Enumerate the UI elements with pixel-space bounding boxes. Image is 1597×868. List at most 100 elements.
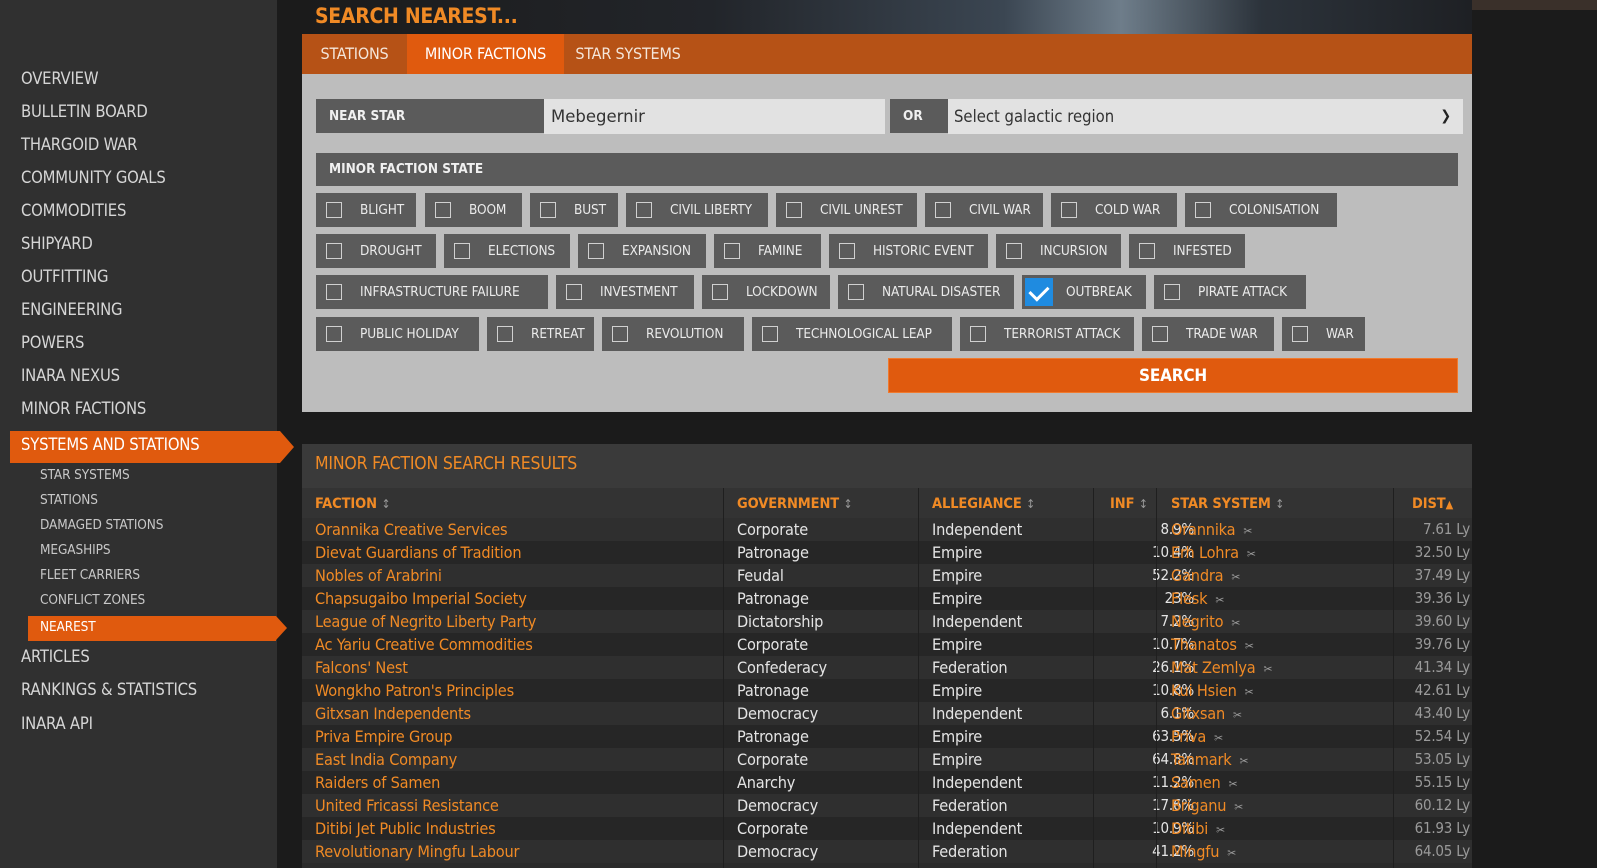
tab-star-systems[interactable]: STAR SYSTEMS [564, 34, 692, 74]
col-dist[interactable]: DIST▲ [1412, 496, 1453, 512]
star-system-link[interactable]: Tanmark [1171, 750, 1232, 769]
nav-commodities[interactable]: COMMODITIES [21, 201, 126, 220]
state-chip-blight[interactable]: BLIGHT [316, 193, 416, 227]
nav-bulletin-board[interactable]: BULLETIN BOARD [21, 102, 148, 121]
state-chip-civil-liberty[interactable]: CIVIL LIBERTY [626, 193, 768, 227]
faction-link[interactable]: Gitxsan Independents [315, 702, 471, 725]
copy-icon[interactable]: ✂ [1227, 846, 1236, 860]
state-chip-technological-leap[interactable]: TECHNOLOGICAL LEAP [752, 317, 952, 351]
faction-link[interactable]: United Fricassi Resistance [315, 794, 499, 817]
col-allegiance[interactable]: ALLEGIANCE ↕ [932, 496, 1035, 512]
copy-icon[interactable]: ✂ [1243, 524, 1252, 538]
state-chip-bust[interactable]: BUST [530, 193, 618, 227]
faction-link[interactable]: Orannika Creative Services [315, 518, 508, 541]
copy-icon[interactable]: ✂ [1233, 708, 1242, 722]
nav-powers[interactable]: POWERS [21, 333, 84, 352]
subnav-stations[interactable]: STATIONS [40, 492, 98, 508]
state-chip-famine[interactable]: FAMINE [714, 234, 821, 268]
faction-link[interactable]: Ditibi Jet Public Industries [315, 817, 496, 840]
star-system-link[interactable]: Negrito [1171, 612, 1224, 631]
copy-icon[interactable]: ✂ [1214, 731, 1223, 745]
faction-link[interactable]: Chapsugaibo Imperial Society [315, 587, 527, 610]
star-system-link[interactable]: Erh Lohra [1171, 543, 1239, 562]
state-chip-drought[interactable]: DROUGHT [316, 234, 436, 268]
copy-icon[interactable]: ✂ [1215, 593, 1224, 607]
nav-rankings-statistics[interactable]: RANKINGS & STATISTICS [21, 680, 197, 699]
state-chip-historic-event[interactable]: HISTORIC EVENT [829, 234, 988, 268]
search-button[interactable]: SEARCH [888, 358, 1458, 393]
state-chip-public-holiday[interactable]: PUBLIC HOLIDAY [316, 317, 479, 351]
nav-inara-nexus[interactable]: INARA NEXUS [21, 366, 120, 385]
col-faction[interactable]: FACTION ↕ [315, 496, 390, 512]
star-system-link[interactable]: Mingfu [1171, 842, 1219, 861]
faction-link[interactable]: Falcons' Nest [315, 656, 408, 679]
state-chip-retreat[interactable]: RETREAT [487, 317, 594, 351]
copy-icon[interactable]: ✂ [1240, 754, 1249, 768]
state-chip-revolution[interactable]: REVOLUTION [602, 317, 744, 351]
nav-articles[interactable]: ARTICLES [21, 647, 90, 666]
star-system-link[interactable]: Priva [1171, 727, 1206, 746]
subnav-fleet-carriers[interactable]: FLEET CARRIERS [40, 567, 140, 583]
nav-thargoid-war[interactable]: THARGOID WAR [21, 135, 137, 154]
nav-inara-api[interactable]: INARA API [21, 714, 93, 733]
copy-icon[interactable]: ✂ [1245, 685, 1254, 699]
copy-icon[interactable]: ✂ [1245, 639, 1254, 653]
subnav-star-systems[interactable]: STAR SYSTEMS [40, 467, 130, 483]
state-chip-cold-war[interactable]: COLD WAR [1051, 193, 1177, 227]
nav-minor-factions[interactable]: MINOR FACTIONS [21, 399, 146, 418]
nav-overview[interactable]: OVERVIEW [21, 69, 99, 88]
copy-icon[interactable]: ✂ [1247, 547, 1256, 561]
state-chip-natural-disaster[interactable]: NATURAL DISASTER [838, 275, 1014, 309]
tab-stations[interactable]: STATIONS [302, 34, 407, 74]
state-chip-infested[interactable]: INFESTED [1129, 234, 1245, 268]
galactic-region-select[interactable]: Select galactic region ❯ [948, 99, 1463, 134]
nav-engineering[interactable]: ENGINEERING [21, 300, 123, 319]
star-system-link[interactable]: Thanatos [1171, 635, 1237, 654]
star-system-link[interactable]: Gitxsan [1171, 704, 1225, 723]
faction-link[interactable]: East India Company [315, 748, 457, 771]
subnav-damaged-stations[interactable]: DAMAGED STATIONS [40, 517, 163, 533]
faction-link[interactable]: Wongkho Patron's Principles [315, 679, 514, 702]
star-system-link[interactable]: Briganu [1171, 796, 1226, 815]
copy-icon[interactable]: ✂ [1264, 662, 1273, 676]
copy-icon[interactable]: ✂ [1231, 616, 1240, 630]
state-chip-civil-war[interactable]: CIVIL WAR [925, 193, 1043, 227]
tab-minor-factions[interactable]: MINOR FACTIONS [407, 34, 564, 81]
star-system-link[interactable]: Samen [1171, 773, 1221, 792]
state-chip-civil-unrest[interactable]: CIVIL UNREST [776, 193, 917, 227]
state-chip-terrorist-attack[interactable]: TERRORIST ATTACK [960, 317, 1134, 351]
faction-link[interactable]: Priva Empire Group [315, 725, 452, 748]
star-system-link[interactable]: Ditibi [1171, 819, 1208, 838]
state-chip-outbreak[interactable]: OUTBREAK [1022, 275, 1146, 309]
faction-link[interactable]: League of Negrito Liberty Party [315, 610, 536, 633]
copy-icon[interactable]: ✂ [1229, 777, 1238, 791]
state-chip-elections[interactable]: ELECTIONS [444, 234, 570, 268]
copy-icon[interactable]: ✂ [1216, 823, 1225, 837]
nav-outfitting[interactable]: OUTFITTING [21, 267, 109, 286]
state-chip-incursion[interactable]: INCURSION [996, 234, 1121, 268]
col-star-system[interactable]: STAR SYSTEM ↕ [1171, 496, 1284, 512]
subnav-nearest[interactable]: NEAREST [40, 619, 96, 635]
subnav-megaships[interactable]: MEGASHIPS [40, 542, 111, 558]
faction-link[interactable]: Nobles of Arabrini [315, 564, 442, 587]
nav-shipyard[interactable]: SHIPYARD [21, 234, 93, 253]
faction-link[interactable]: Ac Yariu Creative Commodities [315, 633, 533, 656]
star-system-link[interactable]: Gandra [1171, 566, 1224, 585]
state-chip-colonisation[interactable]: COLONISATION [1185, 193, 1337, 227]
near-star-input[interactable] [544, 99, 885, 134]
col-government[interactable]: GOVERNMENT ↕ [737, 496, 853, 512]
state-chip-trade-war[interactable]: TRADE WAR [1142, 317, 1274, 351]
state-chip-war[interactable]: WAR [1282, 317, 1365, 351]
state-chip-lockdown[interactable]: LOCKDOWN [702, 275, 830, 309]
state-chip-boom[interactable]: BOOM [425, 193, 522, 227]
faction-link[interactable]: Dievat Guardians of Tradition [315, 541, 522, 564]
star-system-link[interactable]: Kui Hsien [1171, 681, 1237, 700]
copy-icon[interactable]: ✂ [1234, 800, 1243, 814]
copy-icon[interactable]: ✂ [1231, 570, 1240, 584]
star-system-link[interactable]: Orannika [1171, 520, 1236, 539]
subnav-conflict-zones[interactable]: CONFLICT ZONES [40, 592, 145, 608]
nav-community-goals[interactable]: COMMUNITY GOALS [21, 168, 166, 187]
state-chip-investment[interactable]: INVESTMENT [556, 275, 694, 309]
star-system-link[interactable]: Flesk [1171, 589, 1208, 608]
star-system-link[interactable]: Mat Zemlya [1171, 658, 1256, 677]
